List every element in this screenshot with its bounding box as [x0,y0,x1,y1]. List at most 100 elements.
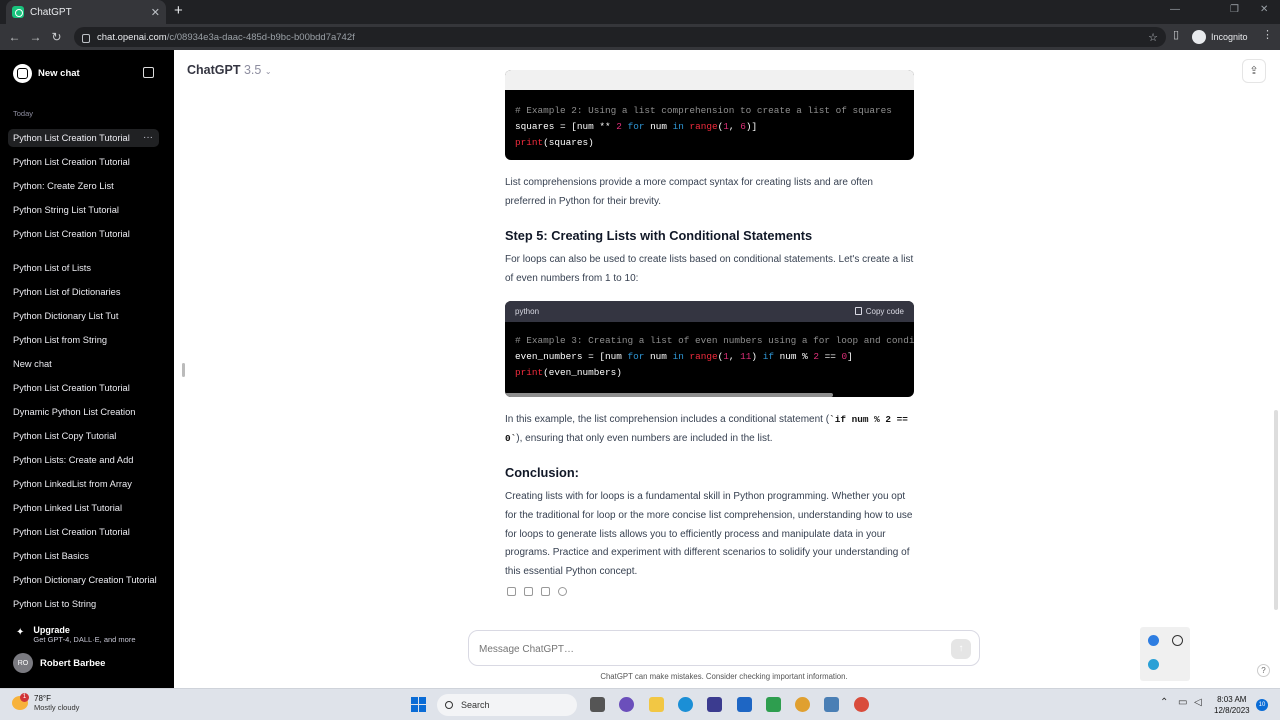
browser-tab[interactable]: ChatGPT ✕ [6,0,166,24]
edge-browser-icon[interactable] [678,697,693,712]
openai-logo-icon [13,64,32,83]
sidebar-chat-item[interactable]: Python Lists: Create and Add [8,451,159,469]
code-horizontal-scrollbar[interactable] [505,393,833,397]
sidebar-chat-item[interactable]: Python List Creation Tutorial [8,523,159,541]
sidebar-chat-item[interactable]: Python Dictionary List Tut [8,307,159,325]
code-token: (even_numbers) [543,367,622,378]
paragraph-conditional-intro: For loops can also be used to create lis… [505,254,914,284]
tray-chevron-up-icon[interactable]: ⌃ [1160,697,1168,708]
incognito-indicator[interactable]: Incognito [1192,30,1248,44]
url-text: chat.openai.com/c/08934e3a-daac-485d-b9b… [97,31,355,43]
sidebar-chat-item[interactable]: Python List Creation Tutorial [8,225,159,243]
code-token: num [644,351,673,362]
window-close-icon[interactable]: ✕ [1260,4,1268,15]
send-arrow-icon[interactable]: ↑ [951,639,971,659]
new-chat-button[interactable]: New chat [13,64,80,83]
sidebar-chat-item[interactable]: Python Linked List Tutorial [8,499,159,517]
browser-menu-icon[interactable]: ⋮ [1262,28,1273,41]
help-icon[interactable]: ? [1257,664,1270,677]
address-bar[interactable]: chat.openai.com/c/08934e3a-daac-485d-b9b… [74,27,1166,47]
sidebar-collapse-handle[interactable] [182,363,185,377]
code-token: print [515,367,544,378]
taskbar-clock[interactable]: 8:03 AM 12/8/2023 [1214,694,1250,716]
weather-widget[interactable]: 1 78°F Mostly cloudy [12,693,79,712]
new-tab-button[interactable]: + [174,3,183,19]
section-label-today: Today [13,109,34,118]
code-token: for [627,351,645,362]
message-input[interactable] [479,640,919,658]
volume-icon[interactable]: ◁ [1194,697,1202,708]
chat-app-icon[interactable] [619,697,634,712]
reload-icon[interactable]: ↻ [46,30,67,44]
copy-code-button[interactable]: Copy code [854,307,904,316]
close-tab-icon[interactable]: ✕ [151,6,160,19]
store-icon[interactable] [707,697,722,712]
sidebar-chat-label: Python List Basics [13,551,89,561]
upgrade-button[interactable]: ✦ Upgrade Get GPT-4, DALL·E, and more [16,625,136,644]
code-block-2-content[interactable]: # Example 3: Creating a list of even num… [505,322,914,381]
model-selector[interactable]: ChatGPT 3.5 ⌄ [187,63,272,77]
task-view-icon[interactable] [590,697,605,712]
sidebar-chat-item[interactable]: Python List of Lists [8,259,159,277]
more-options-icon[interactable]: ··· [143,129,153,147]
sidebar-chat-item[interactable]: Python List Creation Tutorial ··· [8,129,159,147]
chrome-icon[interactable] [795,697,810,712]
code-token: squares = [num ** [515,121,617,132]
compose-icon[interactable] [143,67,154,78]
file-explorer-icon[interactable] [649,697,664,712]
paragraph-conclusion: Creating lists with for loops is a funda… [505,491,913,578]
side-panel-icon[interactable]: ▯ [1173,28,1179,41]
sidebar-chat-item[interactable]: Python LinkedList from Array [8,475,159,493]
forward-arrow-icon[interactable]: → [25,30,46,44]
extension-shield-icon[interactable] [1148,635,1159,646]
code-token: in [672,351,684,362]
windows-taskbar: 1 78°F Mostly cloudy Search ⌃ ▭ ◁ 8:03 A… [0,688,1280,720]
code-block-1-content[interactable]: # Example 2: Using a list comprehension … [505,90,914,151]
user-menu[interactable]: RO Robert Barbee [13,653,105,673]
network-icon[interactable]: ▭ [1178,697,1187,708]
sidebar-chat-item[interactable]: New chat [8,355,159,373]
sidebar-chat-item[interactable]: Python: Create Zero List [8,177,159,195]
taskbar-search[interactable]: Search [437,694,577,716]
code-line: squares = [num ** 2 for num in range(1, … [515,119,904,135]
sidebar-chat-label: Python: Create Zero List [13,181,114,191]
sidebar-chat-label: Python List Creation Tutorial [13,527,130,537]
notepad-icon[interactable] [766,697,781,712]
sidebar-chat-item[interactable]: Python List Creation Tutorial [8,379,159,397]
code-token: even_numbers = [num [515,351,628,362]
bookmark-star-icon[interactable]: ☆ [1148,31,1158,44]
app-check-icon[interactable] [737,697,752,712]
sidebar-chat-item[interactable]: Python List of Dictionaries [8,283,159,301]
code-token: == [818,351,842,362]
sidebar-chat-item[interactable]: Python String List Tutorial [8,201,159,219]
sidebar-chat-item[interactable]: Dynamic Python List Creation [8,403,159,421]
page-scrollbar[interactable] [1274,410,1278,610]
photos-icon[interactable] [824,697,839,712]
thumbs-down-icon[interactable] [541,587,550,596]
code-block-2-header: python Copy code [505,301,914,322]
sidebar-chat-item[interactable]: Python List Copy Tutorial [8,427,159,445]
sidebar-chat-label: Python Dictionary Creation Tutorial [13,575,157,585]
browser-toolbar: ← → ↻ chat.openai.com/c/08934e3a-daac-48… [0,24,1280,50]
sidebar-chat-item[interactable]: Python List to String [8,595,159,613]
windows-start-icon[interactable] [411,697,426,712]
copy-icon[interactable] [507,587,516,596]
sidebar-chat-item[interactable]: Python List Creation Tutorial [8,153,159,171]
back-arrow-icon[interactable]: ← [4,30,25,44]
sidebar-chat-item[interactable]: Python Dictionary Creation Tutorial [8,571,159,589]
sidebar-chat-item[interactable]: Python List Basics [8,547,159,565]
thumbs-up-icon[interactable] [524,587,533,596]
restore-icon[interactable]: ❐ [1230,4,1239,15]
message-actions [507,587,567,596]
notification-badge[interactable]: 10 [1256,699,1268,711]
chrome-active-icon[interactable] [854,697,869,712]
minimize-icon[interactable]: — [1170,4,1180,15]
extension-check-icon[interactable] [1148,659,1159,670]
sidebar-chat-label: Python Lists: Create and Add [13,455,134,465]
share-icon[interactable]: ⇪ [1242,59,1266,83]
regenerate-icon[interactable] [558,587,567,596]
chat-sidebar: New chat Today Python List Creation Tuto… [0,50,174,688]
sidebar-chat-item[interactable]: Python List from String [8,331,159,349]
sidebar-chat-label: Python List Creation Tutorial [13,383,130,393]
eye-off-icon[interactable] [1172,635,1183,646]
